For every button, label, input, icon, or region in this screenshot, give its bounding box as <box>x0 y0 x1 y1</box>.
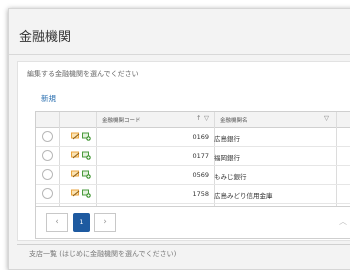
column-header-code[interactable]: 金融機関コード <box>102 116 141 124</box>
column-header-name[interactable]: 金融機関名 <box>220 116 248 124</box>
pagination: ‹ 1 › ︿ <box>36 206 350 238</box>
edit-icon[interactable] <box>71 151 80 160</box>
table-row[interactable]: 0177 福岡銀行 <box>36 147 350 166</box>
bank-code: 0169 <box>192 133 209 141</box>
bank-name: 広島みどり信用金庫 <box>214 192 273 200</box>
bank-select-window: 金融機関 編集する金融機関を選んでください 新規 金融機関コード ↑ ▽ 金融機… <box>8 8 350 270</box>
add-icon[interactable] <box>82 132 91 141</box>
bank-name: もみじ銀行 <box>214 173 247 181</box>
collapse-icon[interactable]: ︿ <box>339 216 347 227</box>
row-radio[interactable] <box>42 131 53 142</box>
window-title: 金融機関 <box>19 30 72 45</box>
bank-code: 0177 <box>192 152 209 160</box>
prev-page-button[interactable]: ‹ <box>46 213 68 232</box>
next-page-button[interactable]: › <box>94 213 116 232</box>
bank-grid: 金融機関コード ↑ ▽ 金融機関名 ▽ 0169 広島銀行 0177 福岡銀行 <box>35 111 350 239</box>
bank-code: 1758 <box>192 190 209 198</box>
add-icon[interactable] <box>82 170 91 179</box>
footer-divider <box>17 244 350 245</box>
table-row[interactable]: 0569 もみじ銀行 <box>36 166 350 185</box>
filter-icon[interactable]: ▽ <box>324 115 329 122</box>
instruction-text: 編集する金融機関を選んでください <box>27 70 139 78</box>
title-divider <box>9 54 350 55</box>
new-link[interactable]: 新規 <box>41 93 56 104</box>
bank-code: 0569 <box>192 171 209 179</box>
page-1-button[interactable]: 1 <box>73 213 90 232</box>
edit-icon[interactable] <box>71 189 80 198</box>
table-row[interactable]: 1758 広島みどり信用金庫 <box>36 185 350 204</box>
row-radio[interactable] <box>42 169 53 180</box>
bank-name: 広島銀行 <box>214 135 240 143</box>
grid-header: 金融機関コード ↑ ▽ 金融機関名 ▽ <box>36 112 350 128</box>
edit-icon[interactable] <box>71 132 80 141</box>
sort-asc-icon[interactable]: ↑ <box>196 115 201 122</box>
row-radio[interactable] <box>42 150 53 161</box>
filter-icon[interactable]: ▽ <box>204 115 209 122</box>
add-icon[interactable] <box>82 189 91 198</box>
bank-name: 福岡銀行 <box>214 154 240 162</box>
edit-icon[interactable] <box>71 170 80 179</box>
branch-list-label: 支店一覧 (はじめに金融機関を選んでください) <box>29 250 177 258</box>
table-row[interactable]: 0169 広島銀行 <box>36 128 350 147</box>
add-icon[interactable] <box>82 151 91 160</box>
row-radio[interactable] <box>42 188 53 199</box>
